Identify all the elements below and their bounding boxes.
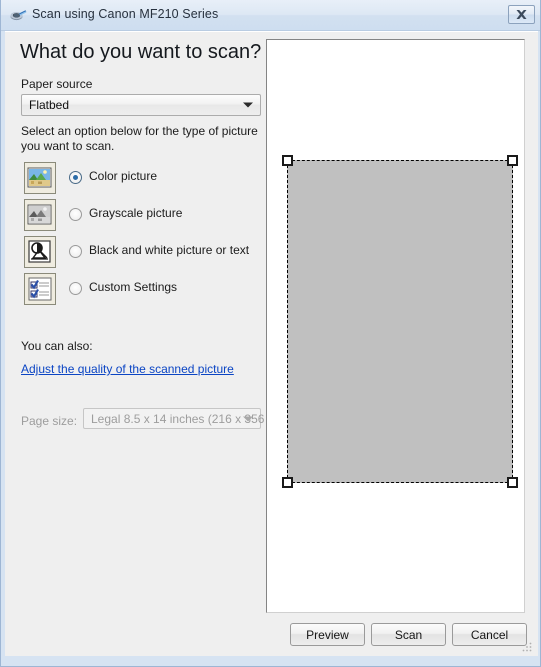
paper-source-value: Flatbed xyxy=(29,98,70,112)
scan-selection-area[interactable] xyxy=(282,155,518,488)
black-and-white-picture-icon xyxy=(24,236,56,268)
window-title: Scan using Canon MF210 Series xyxy=(32,7,219,21)
chevron-down-icon xyxy=(243,102,253,108)
selection-handle-top-left[interactable] xyxy=(282,155,293,166)
option-label-color-picture: Color picture xyxy=(89,169,158,183)
close-button[interactable] xyxy=(508,5,535,24)
option-row-black-and-white[interactable]: Black and white picture or text xyxy=(21,236,265,268)
scan-preview-pane[interactable] xyxy=(266,39,525,613)
page-size-dropdown[interactable]: Legal 8.5 x 14 inches (216 x 356 xyxy=(83,408,265,429)
you-can-also-label: You can also: xyxy=(21,339,93,353)
resize-grip-icon[interactable] xyxy=(521,640,533,652)
option-row-custom-settings[interactable]: Custom Settings xyxy=(21,273,265,305)
close-icon xyxy=(516,10,527,19)
option-row-color-picture[interactable]: Color picture xyxy=(21,162,265,194)
preview-button[interactable]: Preview xyxy=(290,623,365,646)
radio-grayscale-picture[interactable] xyxy=(69,208,82,221)
selection-handle-bottom-right[interactable] xyxy=(507,477,518,488)
instruction-text: Select an option below for the type of p… xyxy=(21,124,258,153)
cancel-button[interactable]: Cancel xyxy=(452,623,527,646)
page-title: What do you want to scan? xyxy=(20,41,262,63)
radio-custom-settings[interactable] xyxy=(69,282,82,295)
adjust-quality-link[interactable]: Adjust the quality of the scanned pictur… xyxy=(21,362,234,376)
selection-handle-top-right[interactable] xyxy=(507,155,518,166)
radio-black-and-white[interactable] xyxy=(69,245,82,258)
option-label-black-and-white: Black and white picture or text xyxy=(89,243,250,257)
chevron-down-icon xyxy=(243,416,253,421)
page-size-label: Page size: xyxy=(21,414,78,428)
custom-settings-icon xyxy=(24,273,56,305)
paper-source-label: Paper source xyxy=(21,77,93,91)
scan-dialog-window: Scan using Canon MF210 Series What do yo… xyxy=(0,0,541,667)
dialog-body: What do you want to scan? Paper source F… xyxy=(5,31,538,656)
radio-color-picture[interactable] xyxy=(69,171,82,184)
scan-button[interactable]: Scan xyxy=(371,623,446,646)
paper-source-dropdown[interactable]: Flatbed xyxy=(21,94,261,116)
color-picture-icon xyxy=(24,162,56,194)
scanner-icon xyxy=(10,8,27,24)
selection-handle-bottom-left[interactable] xyxy=(282,477,293,488)
option-label-grayscale-picture: Grayscale picture xyxy=(89,206,183,220)
page-size-value: Legal 8.5 x 14 inches (216 x 356 xyxy=(91,411,265,426)
grayscale-picture-icon xyxy=(24,199,56,231)
title-bar: Scan using Canon MF210 Series xyxy=(1,0,540,31)
option-row-grayscale-picture[interactable]: Grayscale picture xyxy=(21,199,265,231)
option-label-custom-settings: Custom Settings xyxy=(89,280,178,294)
